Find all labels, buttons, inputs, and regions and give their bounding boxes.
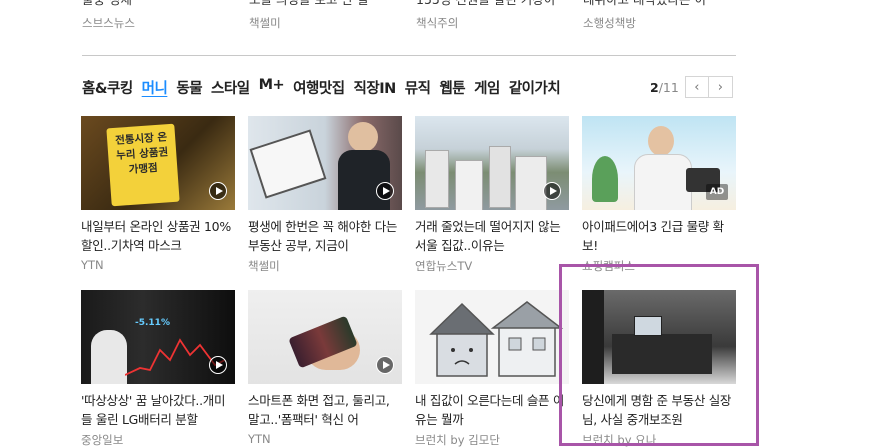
chevron-left-icon: ‹ [694,79,700,95]
person-head [648,126,674,156]
page-indicator: 2/11 [650,80,679,95]
apartment-1 [425,150,449,208]
card-title[interactable]: 거래 줄었는데 떨어지지 않는 서울 집값..이유는 [415,217,569,255]
ad-badge: AD [706,184,728,200]
current-page: 2 [650,79,659,95]
play-icon [209,356,227,374]
play-icon [209,182,227,200]
news-card-6[interactable]: 스마트폰 화면 접고, 둘리고, 말고..'폼팩터' 혁신 어 YTN [248,290,402,446]
tab-travel-food[interactable]: 여행맛집 [293,77,345,99]
prev-item-source: 소행성책방 [583,16,636,30]
tab-work-in[interactable]: 직장IN [354,77,397,99]
tab-money[interactable]: 머니 [142,77,168,99]
person-figure [91,330,127,384]
card-thumbnail[interactable] [248,116,402,210]
ad-card[interactable]: AD 아이패드에어3 긴급 물량 확보! 쇼핑캠퍼스 [582,116,736,274]
highlight-box [559,264,759,446]
voucher-sign-text: 전통시장 온누리 상품권 가맹점 [114,131,169,176]
tab-animals[interactable]: 동물 [176,77,202,99]
card-title[interactable]: 아이패드에어3 긴급 물량 확보! [582,217,736,255]
card-thumbnail[interactable]: 전통시장 온누리 상품권 가맹점 [81,116,235,210]
news-card-7[interactable]: 내 집값이 오른다는데 슬픈 이유는 뭘까 브런치 by 김모단 [415,290,569,448]
news-card-1[interactable]: 전통시장 온누리 상품권 가맹점 내일부터 온라인 상품권 10% 할인..기차… [81,116,235,272]
play-icon [376,182,394,200]
tab-webtoon[interactable]: 웹툰 [439,77,465,99]
card-thumbnail[interactable] [415,116,569,210]
prev-item-source: 책식주의 [416,16,459,30]
card-source: YTN [248,432,271,446]
prev-item-source: 스브스뉴스 [82,16,135,30]
man-silhouette [348,122,378,152]
card-title[interactable]: 내 집값이 오른다는데 슬픈 이유는 뭘까 [415,391,569,429]
prev-item-1[interactable]: 물풍 정체 스브스뉴스 [82,0,242,31]
prev-item-2[interactable]: 노블 의성을 보고 만 될 책썰미 [249,0,409,31]
next-page-button[interactable]: › [708,76,733,98]
apartment-4 [515,156,547,210]
card-thumbnail[interactable]: AD [582,116,736,210]
play-icon [543,182,561,200]
news-card-5[interactable]: -5.11% '따상상상' 꿈 날아갔다..개미들 울린 LG배터리 분할 중앙… [81,290,235,448]
card-thumbnail[interactable]: -5.11% [81,290,235,384]
card-title[interactable]: 내일부터 온라인 상품권 10% 할인..기차역 마스크 [81,217,235,255]
pagination: 2/11 ‹ › [650,76,733,98]
play-icon [376,356,394,374]
card-thumbnail[interactable] [415,290,569,384]
prev-item-source: 책썰미 [249,16,281,30]
previous-row: 물풍 정체 스브스뉴스 노블 의성을 보고 만 될 책썰미 155명 전원을 살… [82,0,742,32]
section-divider [82,55,736,56]
prev-item-title[interactable]: 155명 전원을 살린 기장이 [416,0,576,8]
chevron-right-icon: › [717,79,723,95]
tab-game[interactable]: 게임 [474,77,500,99]
sad-house-illustration [429,301,564,377]
palm-tree-graphic [592,156,618,202]
person-body [634,154,692,210]
total-pages: /11 [658,79,679,95]
stock-ticker: -5.11% [135,318,170,328]
card-title[interactable]: 평생에 한번은 꼭 해야한 다는 부동산 공부, 지금이 [248,217,402,255]
tablet-graphic [249,129,327,199]
prev-item-3[interactable]: 155명 전원을 살린 기장이 책식주의 [416,0,576,31]
card-thumbnail[interactable] [248,290,402,384]
card-source: 책썰미 [248,259,280,273]
prev-page-button[interactable]: ‹ [684,76,709,98]
tab-together-value[interactable]: 같이가치 [509,77,561,99]
prev-item-title[interactable]: 물풍 정체 [82,0,242,8]
stock-chart [125,338,225,376]
category-tabs: 홈&쿠킹 머니 동물 스타일 M+ 여행맛집 직장IN 뮤직 웹툰 게임 같이가… [82,77,569,99]
tab-style[interactable]: 스타일 [211,77,250,99]
card-title[interactable]: 스마트폰 화면 접고, 둘리고, 말고..'폼팩터' 혁신 어 [248,391,402,429]
card-source: YTN [81,258,104,272]
apartment-3 [489,146,511,208]
tab-home-cooking[interactable]: 홈&쿠킹 [82,77,133,99]
tab-music[interactable]: 뮤직 [405,77,431,99]
prev-item-title[interactable]: 노블 의성을 보고 만 될 [249,0,409,8]
voucher-sign: 전통시장 온누리 상품권 가맹점 [106,123,180,207]
card-source: 연합뉴스TV [415,259,473,273]
prev-item-title[interactable]: 데뷔하고 대박났다는 이 [583,0,743,8]
tab-m-plus[interactable]: M+ [259,77,285,99]
card-title[interactable]: '따상상상' 꿈 날아갔다..개미들 울린 LG배터리 분할 [81,391,235,429]
apartment-2 [455,160,483,210]
prev-item-4[interactable]: 데뷔하고 대박났다는 이 소행성책방 [583,0,743,31]
man-suit [338,150,390,210]
news-card-3[interactable]: 거래 줄었는데 떨어지지 않는 서울 집값..이유는 연합뉴스TV [415,116,569,274]
news-card-2[interactable]: 평생에 한번은 꼭 해야한 다는 부동산 공부, 지금이 책썰미 [248,116,402,274]
